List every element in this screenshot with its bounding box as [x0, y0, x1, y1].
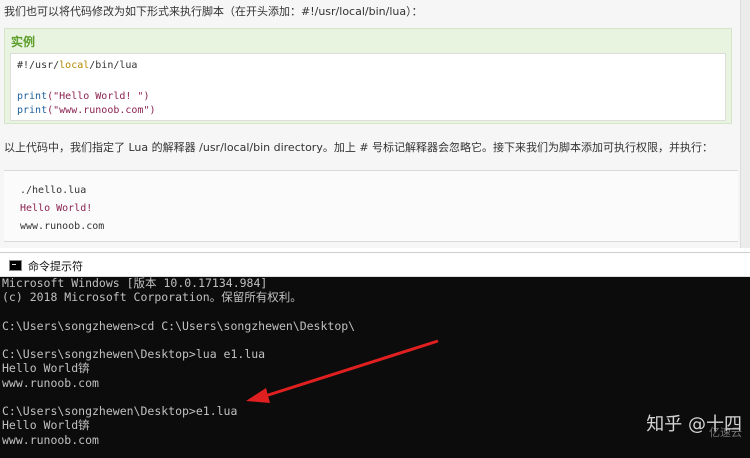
annotation-arrow: [246, 339, 439, 403]
watermark-sub: 亿速云: [709, 426, 742, 439]
arrow-head: [246, 388, 270, 403]
arrow-shaft: [261, 339, 439, 399]
